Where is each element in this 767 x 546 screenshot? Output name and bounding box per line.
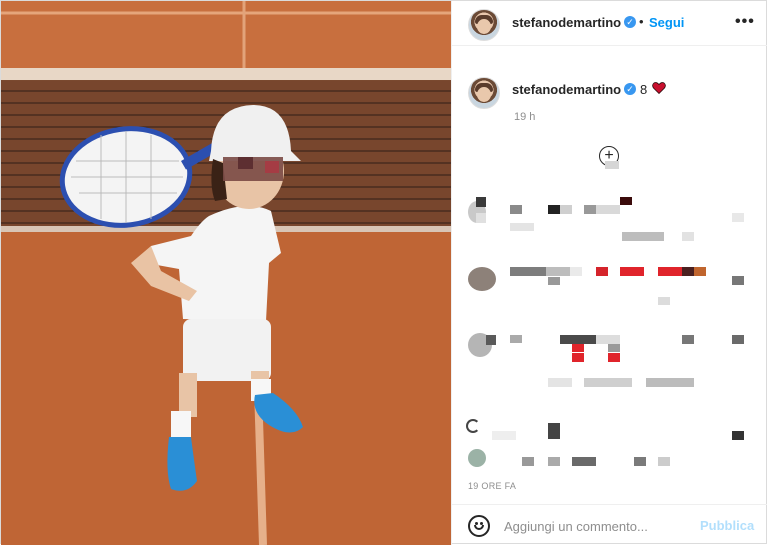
- pixel-block: [522, 457, 534, 466]
- pixel-block: [572, 457, 596, 466]
- pixel-block: [560, 205, 572, 214]
- pixel-block: [620, 197, 632, 205]
- pixel-block: [658, 297, 670, 305]
- post-panel: stefanodemartino ✓ • Segui ••• stefanode…: [451, 1, 767, 545]
- pixel-block: [476, 197, 486, 207]
- pixel-block: [682, 267, 694, 276]
- pixel-block: [548, 205, 560, 214]
- pixel-block: [584, 378, 632, 387]
- pixel-block: [510, 335, 522, 343]
- post-time: 19 ORE FA: [468, 481, 517, 491]
- pixel-block: [476, 213, 486, 223]
- pixel-block: [584, 205, 596, 214]
- pixel-block: [732, 213, 744, 222]
- pixel-block: [548, 277, 560, 285]
- pixel-block: [572, 344, 584, 352]
- avatar-face: [477, 87, 491, 102]
- pixel-block: [548, 378, 572, 387]
- pixel-block: [492, 431, 516, 440]
- pixel-block: [548, 457, 560, 466]
- caption-text: 8: [640, 82, 648, 97]
- pixel-block: [658, 267, 682, 276]
- post-photo[interactable]: [1, 1, 451, 545]
- pixel-block: [658, 457, 670, 466]
- pixel-block: [510, 223, 534, 231]
- pixel-block: [682, 335, 694, 344]
- pixel-block: [596, 267, 608, 276]
- more-options-icon[interactable]: •••: [735, 13, 755, 31]
- pixel-block: [548, 423, 560, 439]
- pixel-block: [546, 267, 570, 276]
- pixel-block: [572, 353, 584, 362]
- load-more-pixel: [605, 161, 619, 169]
- comment-avatar[interactable]: [468, 267, 496, 291]
- pixel-block: [732, 335, 744, 344]
- pixel-block: [732, 276, 744, 285]
- caption-username[interactable]: stefanodemartino: [512, 82, 621, 97]
- follow-button[interactable]: Segui: [649, 15, 684, 30]
- pixel-block: [732, 431, 744, 440]
- publish-button[interactable]: Pubblica: [700, 518, 754, 533]
- header-username[interactable]: stefanodemartino: [512, 15, 621, 30]
- pixel-block: [622, 232, 664, 241]
- pixel-block: [486, 335, 496, 345]
- caption-time: 19 h: [514, 111, 536, 123]
- pixel-block: [560, 335, 596, 344]
- comment-avatar[interactable]: [468, 449, 486, 467]
- verified-badge-icon: ✓: [624, 16, 636, 28]
- comment-input[interactable]: [504, 517, 684, 535]
- pixel-block: [646, 378, 694, 387]
- pixel-block: [510, 267, 546, 276]
- separator-dot: •: [639, 14, 644, 29]
- pixel-block: [694, 267, 706, 276]
- pixel-block: [682, 232, 694, 241]
- pixel-block: [596, 335, 620, 344]
- pixel-block: [608, 344, 620, 352]
- pixel-block: [570, 267, 582, 276]
- pixel-block: [608, 353, 620, 362]
- avatar-face: [477, 19, 491, 34]
- post-modal: stefanodemartino ✓ • Segui ••• stefanode…: [0, 0, 767, 545]
- verified-badge-icon: ✓: [624, 83, 636, 95]
- caption-avatar[interactable]: [468, 77, 500, 109]
- avatar[interactable]: [468, 9, 500, 41]
- pixel-block: [510, 205, 522, 214]
- pixel-block: [634, 457, 646, 466]
- heart-emoji-icon: [652, 82, 666, 94]
- comment-bar: Pubblica: [452, 504, 767, 546]
- pixel-block: [596, 205, 620, 214]
- emoji-icon[interactable]: [468, 515, 490, 537]
- post-header: stefanodemartino ✓ • Segui •••: [452, 1, 767, 46]
- tennis-court-image: [1, 1, 451, 545]
- emoji-mouth: [474, 525, 484, 530]
- comment-avatar[interactable]: [466, 419, 480, 433]
- pixel-block: [620, 267, 644, 276]
